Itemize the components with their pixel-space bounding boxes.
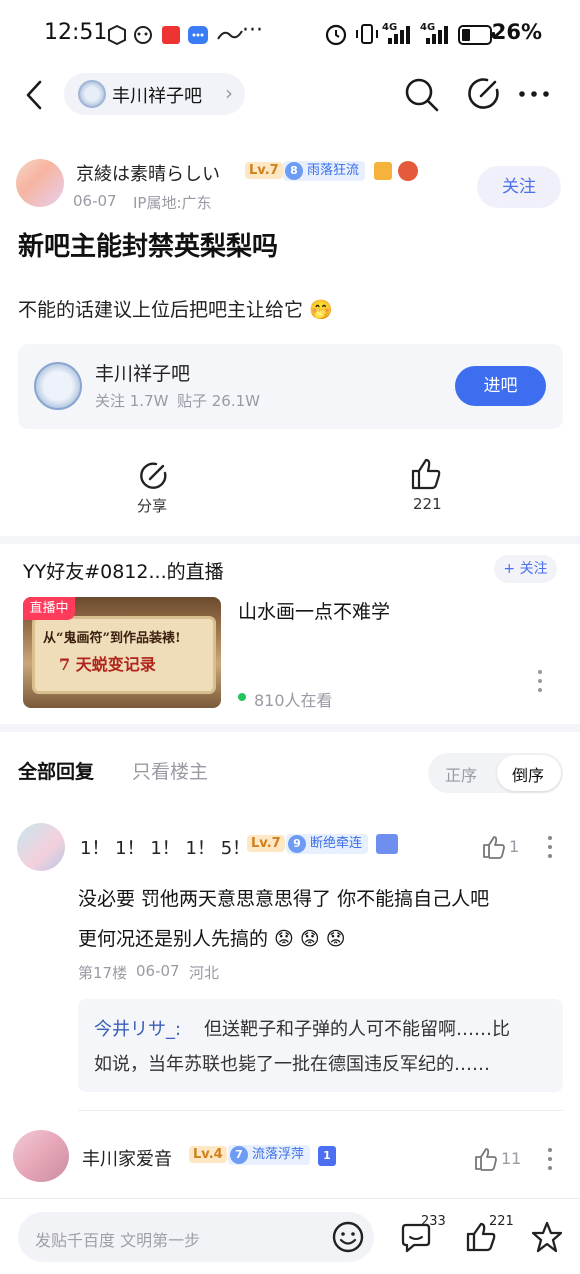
online-dot	[238, 693, 246, 701]
reply-like-count: 1	[509, 837, 520, 856]
status-more-icon: ···	[242, 18, 263, 43]
status-time: 12:51	[44, 20, 108, 45]
battery-percent: 26%	[491, 20, 542, 44]
reply-content-line1: 没必要 罚他两天意思意思得了 你不能搞自己人吧	[78, 888, 490, 910]
reply-2-badge-num: 7	[230, 1146, 248, 1164]
quoted-reply[interactable]	[78, 999, 563, 1092]
quote-author[interactable]: 今井リサ_:	[94, 1015, 181, 1041]
quote-line1: 但送靶子和子弹的人可不能留啊……比	[204, 1019, 510, 1040]
tab-op-only[interactable]: 只看楼主	[132, 757, 208, 784]
section-divider	[0, 536, 580, 544]
reply-author[interactable]: 1！ 1！ 1！ 1！ 5！	[80, 834, 250, 860]
reply-divider	[78, 1110, 563, 1111]
thumb-text-1: 从“鬼画符”到作品装裱!	[43, 631, 181, 646]
back-icon[interactable]	[20, 78, 50, 112]
alarm-icon	[325, 24, 347, 46]
reply-avatar[interactable]	[17, 823, 65, 871]
vibrate-icon	[356, 24, 378, 44]
graduation-cap-icon	[376, 834, 398, 854]
reply-more-icon[interactable]	[545, 834, 555, 860]
reply-like-icon[interactable]	[481, 834, 507, 860]
avatar-badge-icon	[398, 161, 418, 181]
reply-badge-text: 断绝牵连	[310, 836, 363, 851]
forum-avatar	[78, 80, 106, 108]
follow-button[interactable]: 关注	[477, 166, 561, 208]
author-avatar[interactable]	[16, 159, 64, 207]
live-tag: 直播中	[23, 597, 75, 620]
live-more-icon[interactable]	[535, 668, 545, 694]
enter-forum-button[interactable]: 进吧	[455, 366, 546, 406]
reply-2-author[interactable]: 丰川家爱音	[82, 1145, 172, 1171]
section-divider-2	[0, 724, 580, 732]
battery-icon	[458, 25, 495, 45]
like-icon[interactable]	[409, 456, 443, 492]
live-viewers: 810人在看	[254, 691, 333, 710]
bottom-like-count: 221	[489, 1214, 514, 1229]
reply-input-placeholder[interactable]: 发贴千百度 文明第一步	[35, 1227, 200, 1251]
post-title: 新吧主能封禁英梨梨吗	[18, 232, 279, 262]
forum-follow-stat: 关注 1.7W	[95, 392, 169, 410]
forum-pill[interactable]: 丰川祥子吧 ›	[64, 73, 245, 115]
emoji-icon[interactable]	[331, 1220, 365, 1254]
live-title[interactable]: 山水画一点不难学	[238, 597, 390, 624]
more-icon[interactable]	[518, 86, 552, 102]
search-icon[interactable]	[403, 76, 441, 114]
quote-line2: 如说，当年苏联也毙了一批在德国违反军纪的……	[94, 1054, 490, 1075]
share-icon[interactable]	[138, 460, 170, 492]
signal-icon-2	[426, 26, 448, 44]
forum-name: 丰川祥子吧	[112, 86, 202, 107]
reply-2-more-icon[interactable]	[545, 1146, 555, 1172]
like-count: 221	[413, 495, 442, 513]
title-badge-text: 雨落狂流	[307, 163, 360, 178]
post-ip: IP属地:广东	[133, 194, 212, 212]
level-badge: Lv.7	[245, 162, 283, 179]
reply-badge-num: 9	[288, 835, 306, 853]
forum-post-stat: 贴子 26.1W	[177, 392, 260, 410]
title-badge-num: 8	[285, 162, 303, 180]
star-icon[interactable]	[530, 1220, 564, 1254]
reply-2-like-icon[interactable]	[473, 1146, 499, 1172]
reply-title-badge: 9 断绝牵连	[286, 834, 369, 854]
reply-2-level-badge: Lv.4	[189, 1146, 227, 1163]
reply-2-like-count: 11	[501, 1149, 522, 1168]
medal-icon	[374, 162, 392, 180]
post-date: 06-07	[73, 192, 117, 210]
signal-icon	[388, 26, 410, 44]
share-label[interactable]: 分享	[137, 495, 167, 516]
title-badge: 8 雨落狂流	[283, 161, 366, 181]
reply-content-line2: 更何况还是别人先搞的 😟 😟 😟	[78, 928, 346, 950]
reply-date: 06-07	[136, 962, 180, 980]
forum-card-avatar	[34, 362, 82, 410]
post-body: 不能的话建议上位后把吧主让给它 🤭	[18, 299, 333, 321]
tab-all-replies[interactable]: 全部回复	[18, 757, 94, 784]
chevron-right-icon: ›	[225, 81, 233, 105]
reply-floor: 第17楼	[78, 964, 128, 982]
sort-asc[interactable]: 正序	[445, 762, 477, 786]
live-header[interactable]: YY好友#0812...的直播	[23, 557, 224, 584]
edit-icon[interactable]	[467, 76, 503, 112]
live-follow-button[interactable]: + 关注	[494, 555, 557, 583]
reply-location: 河北	[189, 964, 220, 982]
rank-badge: 1	[318, 1146, 336, 1166]
forum-card-name: 丰川祥子吧	[95, 363, 191, 385]
author-name[interactable]: 京綾は素晴らしい	[76, 160, 220, 186]
status-app-icons	[108, 24, 243, 46]
thumb-text-2: 7 天蜕变记录	[59, 655, 156, 674]
comment-count: 233	[421, 1214, 446, 1229]
reply-2-title-badge: 7 流落浮萍	[228, 1145, 311, 1165]
reply-2-avatar[interactable]	[13, 1130, 69, 1182]
reply-2-badge-text: 流落浮萍	[252, 1147, 305, 1162]
sort-desc[interactable]: 倒序	[512, 762, 544, 786]
bottom-bar-border	[0, 1198, 580, 1199]
reply-level-badge: Lv.7	[247, 835, 285, 852]
